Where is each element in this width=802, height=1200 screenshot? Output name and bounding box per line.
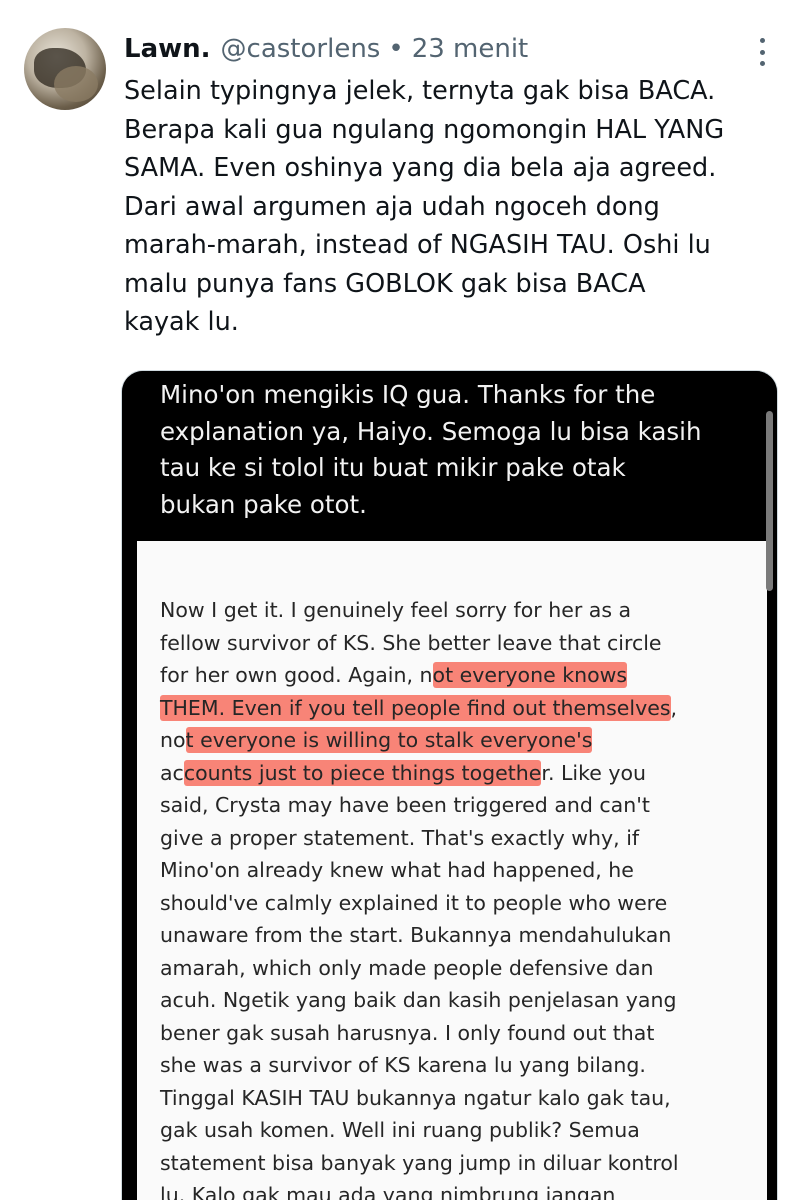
light-line-text: Mino'on already knew what had happened, …: [160, 858, 634, 882]
author-name[interactable]: Lawn.: [124, 34, 211, 64]
light-line-text: fellow survivor of KS. She better leave …: [160, 630, 662, 655]
dark-line: explanation ya, Haiyo. Semoga lu bisa ka…: [160, 416, 702, 446]
attached-image[interactable]: Mino'on mengikis IQ gua. Thanks for the …: [121, 370, 778, 1200]
tweet-line: Berapa kali gua ngulang ngomongin HAL YA…: [124, 114, 725, 145]
light-line: for her own good. Again, not everyone kn…: [160, 659, 750, 692]
light-line-text: give a proper statement. That's exactly …: [160, 825, 640, 850]
light-line: acuh. Ngetik yang baik dan kasih penjela…: [160, 984, 750, 1017]
light-line-text: for her own good. Again, n: [160, 663, 433, 687]
light-line-text: ,: [670, 695, 678, 720]
light-line: statement bisa banyak yang jump in dilua…: [160, 1147, 750, 1180]
light-line: Now I get it. I genuinely feel sorry for…: [160, 594, 750, 627]
light-line-text: said, Crysta may have been triggered and…: [160, 793, 650, 817]
dark-line: Mino'on mengikis IQ gua. Thanks for the: [160, 380, 656, 409]
highlighted-text: ot everyone knows: [432, 662, 628, 688]
dark-line: bukan pake otot.: [160, 489, 367, 519]
light-line: said, Crysta may have been triggered and…: [160, 789, 750, 822]
light-line-text: Tinggal KASIH TAU bukannya ngatur kalo g…: [160, 1085, 671, 1110]
light-line: fellow survivor of KS. She better leave …: [160, 627, 750, 660]
light-line: amarah, which only made people defensive…: [160, 952, 750, 985]
light-line: should've calmly explained it to people …: [160, 887, 750, 920]
tweet-time[interactable]: 23 menit: [412, 34, 529, 64]
screenshot-light-text: Now I get it. I genuinely feel sorry for…: [160, 594, 750, 1200]
highlighted-text: THEM. Even if you tell people find out t…: [160, 694, 671, 721]
light-line-text: Now I get it. I genuinely feel sorry for…: [160, 598, 632, 622]
light-line-text: should've calmly explained it to people …: [160, 890, 668, 915]
author-handle[interactable]: @castorlens: [221, 34, 381, 64]
avatar-figure-2: [54, 66, 98, 102]
tweet-text: Selain typingnya jelek, ternyta gak bisa…: [124, 72, 789, 342]
highlighted-text: counts just to piece things togethe: [183, 759, 542, 786]
dark-line: tau ke si tolol itu buat mikir pake otak: [160, 453, 626, 482]
light-line: unaware from the start. Bukannya mendahu…: [160, 919, 750, 952]
light-line-text: no: [160, 728, 186, 752]
light-line: THEM. Even if you tell people find out t…: [160, 692, 750, 725]
light-line-text: amarah, which only made people defensive…: [160, 955, 654, 980]
tweet-line: kayak lu.: [124, 307, 239, 337]
tweet-line: malu punya fans GOBLOK gak bisa BACA: [124, 268, 646, 299]
screenshot-scrollbar: [766, 411, 773, 591]
light-line: accounts just to piece things together. …: [160, 757, 750, 790]
light-line-text: r. Like you: [541, 760, 647, 785]
light-line-text: acuh. Ngetik yang baik dan kasih penjela…: [160, 988, 677, 1012]
light-line-text: gak usah komen. Well ini ruang publik? S…: [160, 1118, 640, 1142]
avatar[interactable]: [24, 28, 106, 110]
light-line-text: she was a survivor of KS karena lu yang …: [160, 1053, 646, 1077]
tweet-line: Selain typingnya jelek, ternyta gak bisa…: [124, 76, 716, 106]
more-options-icon[interactable]: [752, 34, 772, 70]
screenshot-dark-text: Mino'on mengikis IQ gua. Thanks for the …: [160, 377, 760, 523]
light-line-text: statement bisa banyak yang jump in dilua…: [160, 1150, 679, 1175]
light-line: lu. Kalo gak mau ada yang nimbrung janga…: [160, 1179, 750, 1200]
tweet-line: marah-marah, instead of NGASIH TAU. Oshi…: [124, 230, 711, 260]
tweet-line: Dari awal argumen aja udah ngoceh dong: [124, 191, 660, 222]
tweet-line: SAMA. Even oshinya yang dia bela aja agr…: [124, 153, 717, 183]
light-line: she was a survivor of KS karena lu yang …: [160, 1049, 750, 1082]
separator-dot: •: [388, 34, 404, 64]
light-line-text: unaware from the start. Bukannya mendahu…: [160, 923, 672, 947]
light-line: gak usah komen. Well ini ruang publik? S…: [160, 1114, 750, 1147]
light-line: Mino'on already knew what had happened, …: [160, 854, 750, 887]
light-line: Tinggal KASIH TAU bukannya ngatur kalo g…: [160, 1082, 750, 1115]
light-line-text: ac: [160, 760, 184, 785]
light-line-text: bener gak susah harusnya. I only found o…: [160, 1020, 655, 1045]
light-line-text: lu. Kalo gak mau ada yang nimbrung janga…: [160, 1183, 616, 1200]
light-line: give a proper statement. That's exactly …: [160, 822, 750, 855]
tweet-header: Lawn. @castorlens • 23 menit: [124, 30, 528, 68]
light-line: bener gak susah harusnya. I only found o…: [160, 1017, 750, 1050]
light-line: not everyone is willing to stalk everyon…: [160, 724, 750, 757]
highlighted-text: t everyone is willing to stalk everyone'…: [185, 727, 593, 753]
